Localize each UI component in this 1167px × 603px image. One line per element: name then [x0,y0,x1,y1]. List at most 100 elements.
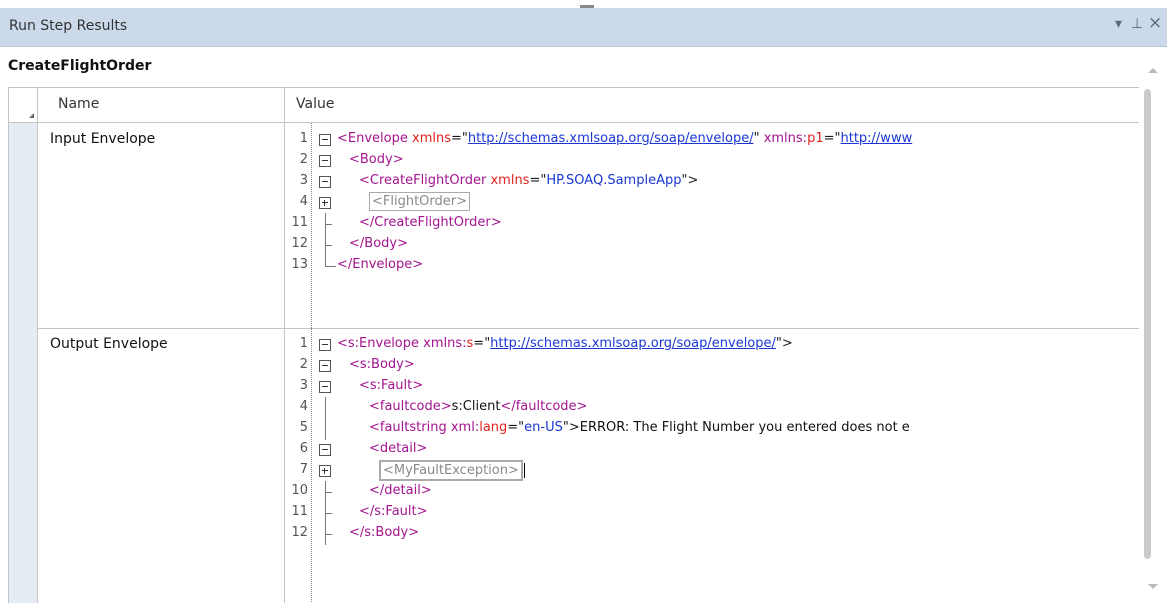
code-token: HP.SOAQ.SampleApp [546,173,682,188]
code-token: <Body> [349,152,404,167]
code-line: 4 <FlightOrder> [285,192,1139,214]
code-text: <detail> [369,441,427,456]
run-step-results-panel: Run Step Results ▾ ⊥ × CreateFlightOrder… [0,0,1167,603]
code-token: lang [479,420,508,435]
code-text: <s:Envelope xmlns:s="http://schemas.xmls… [337,336,793,351]
row-name-cell: Output Envelope [38,328,285,603]
code-token: </detail> [369,483,432,498]
column-header-value[interactable]: Value [285,88,1139,122]
line-number: 4 [299,194,308,209]
code-text: <s:Fault> [359,378,423,393]
code-token: </s:Fault> [359,504,428,519]
code-token: xmlns [490,173,530,188]
code-line: 7 <MyFaultException> [285,460,1139,482]
column-header-value-label: Value [296,96,335,112]
line-number: 1 [299,336,308,351]
code-token: <faultstring [369,420,451,435]
code-token: <faultcode> [369,399,452,414]
close-icon[interactable]: × [1148,13,1162,33]
namespace-link[interactable]: http://www [840,131,912,146]
fold-guide [325,397,326,419]
code-token: <Envelope [337,131,412,146]
fold-guide-end [325,255,336,267]
code-token: xmlns: [423,336,467,351]
fold-guide-tick [325,513,332,514]
line-number: 11 [291,215,308,230]
code-line: 4 <faultcode>s:Client</faultcode> [285,397,1139,419]
expand-icon[interactable] [319,465,331,477]
code-text: </CreateFlightOrder> [359,215,502,230]
line-number: 12 [291,236,308,251]
scroll-up-icon[interactable] [1148,68,1158,73]
namespace-link[interactable]: http://schemas.xmlsoap.org/soap/envelope… [468,131,754,146]
code-line: 12 </s:Body> [285,523,1139,545]
code-text: <faultstring xml:lang="en-US">ERROR: The… [369,420,910,435]
code-text: <Envelope xmlns="http://schemas.xmlsoap.… [337,131,912,146]
fold-guide-tick [325,224,332,225]
panel-title: Run Step Results [9,18,128,34]
collapse-icon[interactable] [319,134,331,146]
results-grid: Name Value Input Envelope 1 <Envelope xmln… [8,87,1139,603]
expand-icon[interactable] [319,197,331,209]
row-value-cell[interactable]: 1 <Envelope xmlns="http://schemas.xmlsoap… [285,123,1139,328]
fold-guide-tick [325,492,332,493]
row-selector[interactable] [9,123,38,328]
code-line: 1 <Envelope xmlns="http://schemas.xmlsoap… [285,129,1139,151]
line-number: 2 [299,152,308,167]
code-token: =" [473,336,491,351]
column-header-name[interactable]: Name [38,88,285,122]
code-token: =" [823,131,841,146]
code-line: 12 </Body> [285,234,1139,256]
panel-menu-icon[interactable]: ▾ [1115,16,1122,32]
code-token: </CreateFlightOrder> [359,215,502,230]
collapsed-node[interactable]: <FlightOrder> [369,192,471,211]
line-number: 6 [299,441,308,456]
code-text: <CreateFlightOrder xmlns="HP.SOAQ.Sample… [359,173,698,188]
grid-row[interactable]: Output Envelope 1 <s:Envelope xmlns:s="htt… [9,328,1139,603]
line-number: 1 [299,131,308,146]
code-text: <Body> [349,152,404,167]
code-token: "> [681,173,699,188]
code-line: 11 </s:Fault> [285,502,1139,524]
line-number: 7 [299,462,308,477]
line-number: 2 [299,357,308,372]
pin-icon[interactable]: ⊥ [1131,16,1143,32]
collapse-icon[interactable] [319,444,331,456]
collapse-icon[interactable] [319,339,331,351]
code-token: " [753,131,764,146]
code-line: 10 </detail> [285,481,1139,503]
collapse-icon[interactable] [319,155,331,167]
code-line: 13 </Envelope> [285,255,1139,277]
line-number: 13 [291,257,308,272]
code-line: 5 <faultstring xml:lang="en-US">ERROR: Th… [285,418,1139,440]
collapse-icon[interactable] [319,176,331,188]
code-line: 6 <detail> [285,439,1139,461]
collapsed-node[interactable]: <MyFaultException> [379,460,523,481]
code-line: 2 <Body> [285,150,1139,172]
code-text: </Body> [349,236,408,251]
code-token: =" [450,131,468,146]
code-token: =" [507,420,525,435]
collapse-icon[interactable] [319,381,331,393]
namespace-link[interactable]: http://schemas.xmlsoap.org/soap/envelope… [490,336,776,351]
code-token: xmlns: [763,131,808,146]
row-value-cell[interactable]: 1 <s:Envelope xmlns:s="http://schemas.xml… [285,328,1139,603]
code-line: 3 <s:Fault> [285,376,1139,398]
row-selector[interactable] [9,328,38,603]
grid-corner[interactable] [9,88,38,122]
code-text: <MyFaultException> [379,460,525,481]
collapse-icon[interactable] [319,360,331,372]
scroll-thumb[interactable] [1144,89,1151,559]
code-token: "> [562,420,580,435]
line-number: 10 [291,483,308,498]
step-name: CreateFlightOrder [8,58,152,74]
code-token: <CreateFlightOrder [359,173,491,188]
code-token: p1 [807,131,824,146]
code-line: 2 <s:Body> [285,355,1139,377]
grid-scrollbar[interactable] [1138,89,1156,591]
code-text: <faultcode>s:Client</faultcode> [369,399,587,414]
fold-guide-tick [325,534,332,535]
grid-row[interactable]: Input Envelope 1 <Envelope xmlns="http://s… [9,123,1139,329]
panel-titlebar: Run Step Results ▾ ⊥ × [0,8,1167,47]
code-token: <s:Envelope [337,336,424,351]
